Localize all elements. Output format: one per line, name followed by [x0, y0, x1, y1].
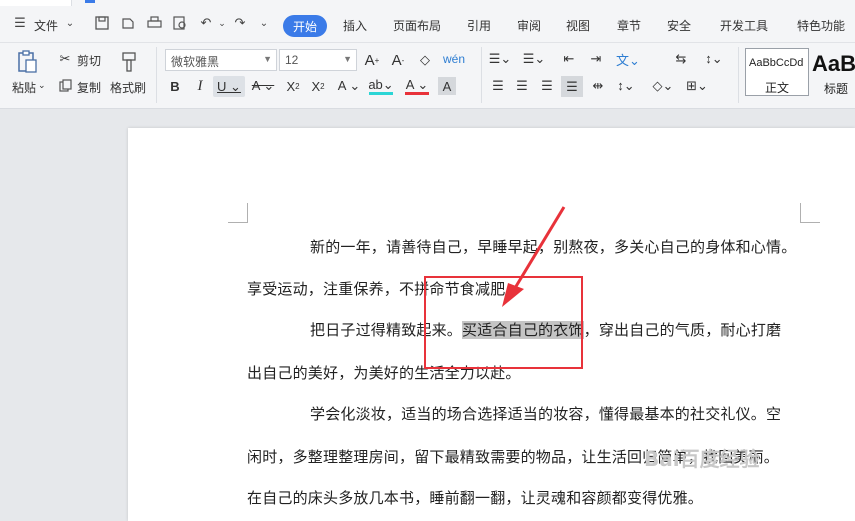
tab-references[interactable]: 引用	[467, 17, 491, 34]
tab-home[interactable]: 开始	[283, 15, 327, 37]
style-normal[interactable]: AaBbCcDd 正文	[745, 48, 809, 96]
text-line[interactable]: 在自己的床头多放几本书，睡前翻一翻，让灵魂和容颜都变得优雅。	[247, 487, 703, 508]
watermark: Bai百度经验	[644, 447, 760, 471]
customize-dropdown-icon[interactable]: ⌄	[256, 15, 272, 31]
font-name-value: 微软雅黑	[171, 55, 220, 69]
chinese-layout-icon[interactable]: 文⌄	[616, 50, 640, 68]
format-painter-icon[interactable]	[116, 49, 142, 75]
font-size-select[interactable]: 12 ▼	[279, 49, 357, 71]
highlight-color-icon[interactable]: ab⌄	[368, 77, 394, 95]
save-icon[interactable]	[94, 15, 110, 31]
eraser-icon[interactable]: ◇	[416, 51, 434, 69]
align-center-icon[interactable]: ☰	[513, 77, 531, 95]
copy-icon[interactable]	[57, 77, 73, 93]
style-preview: AaBbCcDd	[749, 57, 804, 69]
chevron-down-icon: ▼	[343, 54, 352, 64]
document-tab[interactable]	[0, 0, 72, 6]
borders-icon[interactable]: ⊞⌄	[685, 77, 709, 95]
style-heading[interactable]: AaB 标题	[810, 48, 855, 96]
justify-icon[interactable]: ☰	[561, 76, 583, 97]
underline-icon[interactable]: U ⌄	[213, 76, 245, 97]
phonetic-guide-icon[interactable]: wén	[443, 49, 465, 69]
line-spacing-icon[interactable]: ↕⌄	[614, 77, 638, 95]
superscript-icon[interactable]: X2	[283, 77, 303, 95]
paste-icon[interactable]	[12, 49, 42, 75]
numbering-icon[interactable]: ☰⌄	[523, 50, 546, 68]
margin-mark	[800, 203, 820, 223]
tab-page-layout[interactable]: 页面布局	[393, 17, 441, 34]
tab-indicator	[85, 0, 95, 3]
style-label: 标题	[824, 82, 849, 96]
menu-icon[interactable]: ☰	[12, 15, 28, 31]
document-page[interactable]: 新的一年，请善待自己，早睡早起，别熬夜，多关心自己的身体和心情。 享受运动，注重…	[128, 128, 855, 521]
file-menu[interactable]: 文件	[34, 17, 58, 34]
ribbon-toolbar: 粘贴 ⌄ ✂ 剪切 复制 格式刷 微软雅黑 ▼ 12 ▼ A + A- ◇ wén…	[0, 43, 855, 109]
paste-button[interactable]: 粘贴	[12, 79, 36, 96]
title-strip	[0, 0, 855, 7]
increase-indent-icon[interactable]: ⇥	[587, 50, 605, 68]
format-painter-button[interactable]: 格式刷	[110, 79, 146, 96]
tab-review[interactable]: 审阅	[517, 17, 541, 34]
decrease-font-icon[interactable]: A-	[389, 51, 407, 69]
redo-icon[interactable]: ↷	[232, 15, 248, 31]
align-right-icon[interactable]: ☰	[538, 77, 556, 95]
document-area[interactable]: 新的一年，请善待自己，早睡早起，别熬夜，多关心自己的身体和心情。 享受运动，注重…	[0, 110, 855, 521]
font-size-value: 12	[285, 53, 299, 67]
style-label: 正文	[765, 81, 790, 95]
show-hide-marks-icon[interactable]: ⇆	[671, 50, 691, 68]
tab-insert[interactable]: 插入	[343, 17, 367, 34]
chevron-down-icon[interactable]: ⌄	[62, 15, 78, 31]
tab-developer-tools[interactable]: 开发工具	[720, 17, 768, 34]
text-line[interactable]: 学会化淡妆，适当的场合选择适当的妆容，懂得最基本的社交礼仪。空	[310, 403, 781, 424]
tab-special-features[interactable]: 特色功能	[797, 17, 845, 34]
decrease-indent-icon[interactable]: ⇤	[560, 50, 578, 68]
undo-icon[interactable]: ↶	[198, 15, 214, 31]
shading-icon[interactable]: ◇⌄	[651, 77, 675, 95]
text-effects-icon[interactable]: A ⌄	[337, 77, 361, 95]
bullets-icon[interactable]: ☰⌄	[489, 50, 512, 68]
divider	[481, 47, 482, 103]
italic-icon[interactable]: I	[192, 77, 208, 95]
style-preview: AaB	[812, 51, 855, 76]
tab-sections[interactable]: 章节	[617, 17, 641, 34]
increase-font-icon[interactable]: A +	[363, 51, 381, 69]
undo-dropdown-icon[interactable]: ⌄	[214, 15, 230, 31]
strikethrough-icon[interactable]: A ⌄	[251, 77, 275, 95]
print-icon[interactable]	[146, 15, 162, 31]
bold-icon[interactable]: B	[167, 77, 183, 95]
subscript-icon[interactable]: X2	[308, 77, 328, 95]
margin-mark	[228, 203, 248, 223]
tab-security[interactable]: 安全	[667, 17, 691, 34]
divider	[156, 47, 157, 103]
scissors-icon[interactable]: ✂	[57, 51, 73, 67]
font-color-icon[interactable]: A ⌄	[405, 77, 429, 95]
annotation-arrow	[502, 206, 566, 307]
font-name-select[interactable]: 微软雅黑 ▼	[165, 49, 277, 71]
paste-dropdown-icon[interactable]: ⌄	[38, 80, 46, 91]
cut-button[interactable]: 剪切	[77, 52, 101, 69]
menu-bar: ☰ 文件 ⌄ ↶ ⌄ ↷ ⌄ 开始 插入 页面布局 引用 审阅 视图 章节 安全…	[0, 7, 855, 43]
divider	[738, 47, 739, 103]
export-icon[interactable]	[120, 15, 136, 31]
copy-button[interactable]: 复制	[77, 79, 101, 96]
align-left-icon[interactable]: ☰	[489, 77, 507, 95]
character-shading-icon[interactable]: A	[438, 77, 456, 95]
print-preview-icon[interactable]	[172, 15, 188, 31]
sort-icon[interactable]: ↕⌄	[703, 50, 725, 68]
text-segment[interactable]: ，穿出自己的气质，耐心打磨	[584, 321, 782, 339]
distributed-icon[interactable]: ⇹	[589, 77, 607, 95]
chevron-down-icon: ▼	[263, 54, 272, 64]
tab-view[interactable]: 视图	[566, 17, 590, 34]
